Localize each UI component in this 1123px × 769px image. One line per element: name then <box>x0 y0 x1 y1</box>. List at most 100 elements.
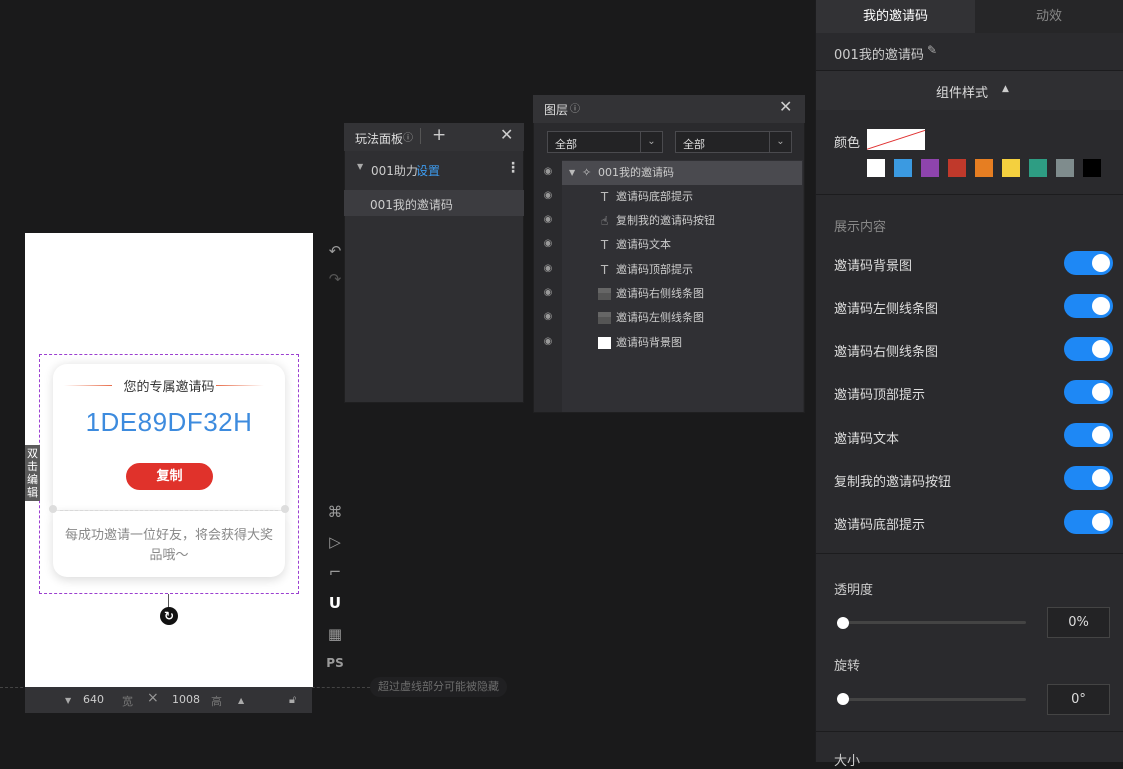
opacity-input[interactable]: 0% <box>1047 607 1110 638</box>
swatch-white[interactable] <box>867 159 885 177</box>
expand-down-icon[interactable]: ▼ <box>357 162 363 171</box>
layer-row[interactable]: T 邀请码底部提示 <box>562 185 802 209</box>
visibility-eye-icon[interactable]: ◉ <box>541 214 555 225</box>
info-icon[interactable]: ⓘ <box>570 100 580 115</box>
height-input[interactable]: 1008 <box>172 693 200 706</box>
close-icon[interactable]: ✕ <box>779 97 792 116</box>
chevron-down-icon: ⌄ <box>769 132 791 152</box>
swatch-teal[interactable] <box>1029 159 1047 177</box>
play-panel-header: 玩法面板 ⓘ + ✕ <box>344 123 524 151</box>
ruler-icon[interactable]: ⌐ <box>323 563 347 581</box>
toggle-label: 邀请码右侧线条图 <box>834 345 939 360</box>
color-label: 颜色 <box>834 136 861 151</box>
grid-icon[interactable]: ▦ <box>323 625 347 643</box>
swap-size-icon[interactable]: × <box>147 690 159 706</box>
layer-filter-state-value: 全部 <box>683 138 705 151</box>
collapse-up-icon[interactable]: ▲ <box>1002 84 1009 94</box>
toggle-label: 邀请码背景图 <box>834 259 913 274</box>
rotate-handle-icon[interactable]: ↻ <box>160 607 178 625</box>
toggle-top-tip[interactable] <box>1064 380 1113 404</box>
layer-name: 邀请码顶部提示 <box>616 263 693 276</box>
rotate-slider-track[interactable] <box>843 698 1026 701</box>
selection-box[interactable] <box>39 354 299 594</box>
layer-filter-type-value: 全部 <box>555 138 577 151</box>
layer-filter-state-select[interactable]: 全部 ⌄ <box>675 131 792 153</box>
layer-row[interactable]: T 邀请码文本 <box>562 233 802 257</box>
layer-row[interactable]: 邀请码右侧线条图 <box>562 282 802 306</box>
play-item-row[interactable]: 001我的邀请码 <box>344 190 524 216</box>
width-unit: 宽 <box>122 695 133 708</box>
opacity-slider-knob[interactable] <box>837 617 849 629</box>
width-input[interactable]: 640 <box>83 693 104 706</box>
layer-row[interactable]: 邀请码左侧线条图 <box>562 306 802 330</box>
layer-filter-type-select[interactable]: 全部 ⌄ <box>547 131 663 153</box>
layer-name: 邀请码左侧线条图 <box>616 311 704 324</box>
toggle-copy-button[interactable] <box>1064 466 1113 490</box>
layer-row[interactable]: T 邀请码顶部提示 <box>562 258 802 282</box>
toggle-left-line[interactable] <box>1064 294 1113 318</box>
rotate-label: 旋转 <box>834 659 861 674</box>
swatch-purple[interactable] <box>921 159 939 177</box>
opacity-label: 透明度 <box>834 583 874 598</box>
more-icon[interactable]: ⋮ <box>506 160 520 176</box>
info-icon[interactable]: ⓘ <box>403 129 413 144</box>
expand-down-icon[interactable]: ▼ <box>569 161 575 185</box>
shortcut-icon[interactable]: ⌘ <box>323 503 347 521</box>
divider <box>816 553 1123 554</box>
hidden-area-note: 超过虚线部分可能被隐藏 <box>370 677 507 697</box>
opacity-slider-track[interactable] <box>843 621 1026 624</box>
preview-play-icon[interactable]: ▷ <box>323 533 347 551</box>
toggle-bottom-tip[interactable] <box>1064 510 1113 534</box>
play-item-name: 001我的邀请码 <box>370 198 453 212</box>
swatch-yellow[interactable] <box>1002 159 1020 177</box>
swatch-blue[interactable] <box>894 159 912 177</box>
layer-row[interactable]: 邀请码背景图 <box>562 331 802 355</box>
visibility-eye-icon[interactable]: ◉ <box>541 190 555 201</box>
add-icon[interactable]: + <box>432 125 446 145</box>
size-up-icon[interactable]: ▲ <box>238 696 244 705</box>
visibility-eye-icon[interactable]: ◉ <box>541 166 555 177</box>
text-icon: T <box>600 238 609 252</box>
size-label: 大小 <box>834 754 861 769</box>
size-preset-down-icon[interactable]: ▼ <box>65 696 71 705</box>
visibility-eye-icon[interactable]: ◉ <box>541 263 555 274</box>
swatch-black[interactable] <box>1083 159 1101 177</box>
style-section-header[interactable]: 组件样式 ▲ <box>816 71 1123 110</box>
visibility-eye-icon[interactable]: ◉ <box>541 311 555 322</box>
visibility-eye-icon[interactable]: ◉ <box>541 336 555 347</box>
chevron-down-icon: ⌄ <box>640 132 662 152</box>
play-group-row[interactable]: ▼ 001助力 设置 ⋮ <box>344 158 524 182</box>
toggle-code-text[interactable] <box>1064 423 1113 447</box>
toggle-right-line[interactable] <box>1064 337 1113 361</box>
toggle-label: 邀请码文本 <box>834 432 900 447</box>
swatch-red[interactable] <box>948 159 966 177</box>
magnet-icon[interactable]: U <box>323 594 347 612</box>
image-icon <box>598 288 611 300</box>
ps-import-icon[interactable]: PS <box>323 656 347 670</box>
edit-pencil-icon[interactable]: ✎ <box>927 43 937 57</box>
header-divider <box>420 128 421 144</box>
style-section-title: 组件样式 <box>936 86 989 101</box>
rotate-input[interactable]: 0° <box>1047 684 1110 715</box>
color-picker-none[interactable] <box>867 129 925 150</box>
layer-name: 邀请码文本 <box>616 238 671 251</box>
layer-row-group[interactable]: ▼ ✧ 001我的邀请码 <box>562 161 802 185</box>
double-click-edit-label[interactable]: 双击编辑 <box>25 445 40 501</box>
tab-my-invite-code[interactable]: 我的邀请码 <box>816 0 975 33</box>
lock-icon[interactable]: 🔓︎ <box>289 693 296 707</box>
swatch-orange[interactable] <box>975 159 993 177</box>
layer-row[interactable]: ☝ 复制我的邀请码按钮 <box>562 209 802 233</box>
display-content-title: 展示内容 <box>834 220 887 235</box>
rotate-slider-knob[interactable] <box>837 693 849 705</box>
text-icon: T <box>600 190 609 204</box>
visibility-eye-icon[interactable]: ◉ <box>541 238 555 249</box>
tab-animation[interactable]: 动效 <box>975 0 1123 33</box>
close-icon[interactable]: ✕ <box>500 125 513 144</box>
toggle-bg-image[interactable] <box>1064 251 1113 275</box>
rotate-handle-stem <box>168 594 169 608</box>
play-group-setting-link[interactable]: 设置 <box>416 162 440 179</box>
visibility-eye-icon[interactable]: ◉ <box>541 287 555 298</box>
divider <box>816 194 1123 195</box>
swatch-gray[interactable] <box>1056 159 1074 177</box>
height-unit: 高 <box>211 695 222 708</box>
